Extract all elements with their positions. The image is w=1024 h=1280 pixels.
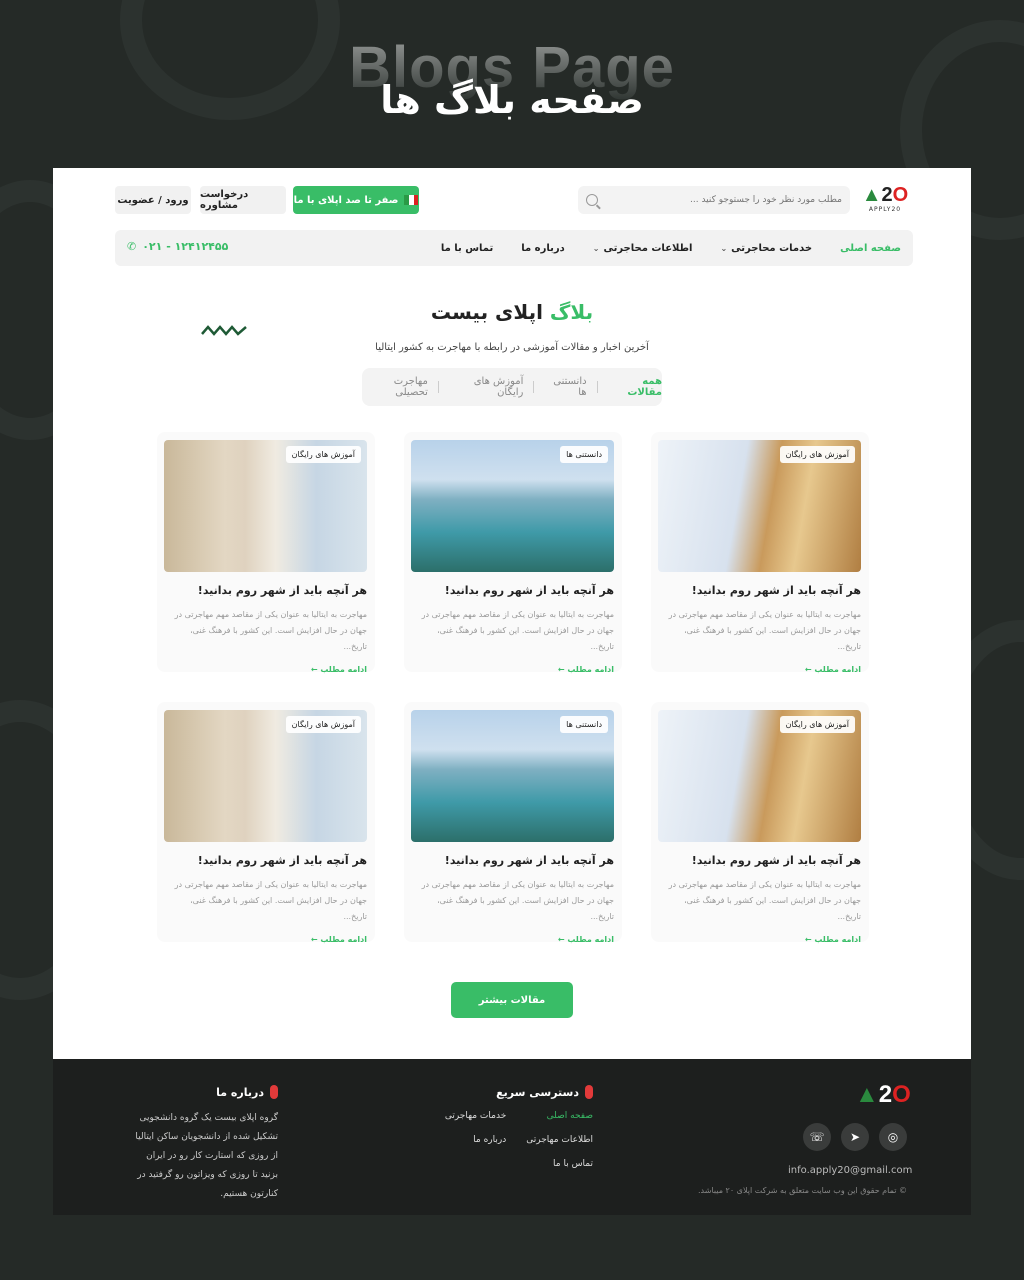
page-subtitle: آخرین اخبار و مقالات آموزشی در رابطه با … (375, 342, 649, 353)
blog-card-image[interactable]: دانستنی ها (411, 710, 614, 842)
search-icon[interactable] (586, 194, 598, 206)
page-title: بلاگ اپلای بیست (430, 300, 594, 324)
footer-quick-access: دسترسی سریع صفحه اصلی خدمات مهاجرتی اطلا… (445, 1085, 593, 1169)
nav-services[interactable]: خدمات محاجرتی ⌄ (720, 243, 812, 254)
divider (596, 381, 598, 393)
instagram-icon[interactable]: ◎ (879, 1123, 907, 1151)
blog-card-image[interactable]: دانستنی ها (411, 440, 614, 572)
blog-card-title[interactable]: هر آنچه باید از شهر روم بدانید! (165, 854, 367, 867)
arrow-left-icon: ← (804, 665, 812, 674)
main-nav: صفحه اصلی خدمات محاجرتی ⌄ اطلاعات محاجرتی… (115, 230, 913, 266)
read-more-link[interactable]: ادامه مطلب ← (805, 665, 861, 674)
read-more-link[interactable]: ادامه مطلب ← (558, 935, 614, 944)
blog-card[interactable]: دانستنی ها هر آنچه باید از شهر روم بدانید… (404, 702, 622, 944)
login-register-button[interactable]: ورود / عضویت (115, 186, 191, 214)
nav-contact[interactable]: تماس با ما (441, 243, 493, 254)
blog-card-title[interactable]: هر آنچه باید از شهر روم بدانید! (165, 584, 367, 597)
blog-card[interactable]: دانستنی ها هر آنچه باید از شهر روم بدانید… (404, 432, 622, 674)
blog-card-image[interactable]: آموزش های رایگان (658, 710, 861, 842)
blog-card-title[interactable]: هر آنچه باید از شهر روم بدانید! (659, 854, 861, 867)
blog-card-excerpt: مهاجرت به ایتالیا به عنوان یکی از مقاصد … (174, 880, 367, 921)
load-more-button[interactable]: مقالات بیشتر (451, 982, 573, 1018)
category-badge: آموزش های رایگان (779, 716, 855, 733)
footer: درباره ما گروه اپلای بیست یک گروه دانشجو… (53, 1059, 971, 1215)
filter-all[interactable]: همه مقالات (608, 376, 662, 398)
footer-about-title: درباره ما (216, 1085, 264, 1099)
read-more-link[interactable]: ادامه مطلب ← (805, 935, 861, 944)
arrow-left-icon: ← (557, 665, 565, 674)
social-links: ☏ ➤ ◎ (803, 1123, 907, 1151)
logo-subtitle: APPLY20 (868, 206, 902, 213)
blog-card-excerpt: مهاجرت به ایتالیا به عنوان یکی از مقاصد … (668, 880, 861, 921)
blog-card-excerpt: مهاجرت به ایتالیا به عنوان یکی از مقاصد … (668, 610, 861, 651)
filter-study-migration[interactable]: مهاجرت تحصیلی (362, 376, 428, 398)
footer-link-services[interactable]: خدمات مهاجرتی (445, 1111, 506, 1121)
nav-home[interactable]: صفحه اصلی (840, 243, 901, 254)
blog-card-excerpt: مهاجرت به ایتالیا به عنوان یکی از مقاصد … (421, 880, 614, 921)
site-logo[interactable]: ▲2O APPLY20 (861, 184, 909, 218)
divider (437, 381, 439, 393)
category-badge: آموزش های رایگان (285, 716, 361, 733)
arrow-left-icon: ← (310, 665, 318, 674)
footer-quick-title: دسترسی سریع (496, 1085, 579, 1099)
blog-card[interactable]: آموزش های رایگان هر آنچه باید از شهر روم … (651, 702, 869, 944)
category-badge: آموزش های رایگان (285, 446, 361, 463)
search-bar[interactable] (578, 186, 850, 214)
top-bar: ورود / عضویت درخواست مشاوره صفر تا صد اپ… (115, 184, 909, 218)
read-more-link[interactable]: ادامه مطلب ← (558, 665, 614, 674)
footer-link-contact[interactable]: تماس با ما (526, 1159, 593, 1169)
chevron-down-icon: ⌄ (720, 243, 728, 253)
whatsapp-icon[interactable]: ☏ (803, 1123, 831, 1151)
read-more-link[interactable]: ادامه مطلب ← (311, 665, 367, 674)
arrow-left-icon: ← (557, 935, 565, 944)
showcase-title-fa: صفحه بلاگ ها (380, 78, 644, 122)
category-filters: همه مقالات دانستنی ها آموزش های رایگان م… (362, 368, 662, 406)
telegram-icon[interactable]: ➤ (841, 1123, 869, 1151)
blog-card-image[interactable]: آموزش های رایگان (658, 440, 861, 572)
blog-card-image[interactable]: آموزش های رایگان (164, 710, 367, 842)
divider (533, 381, 535, 393)
blog-card-title[interactable]: هر آنچه باید از شهر روم بدانید! (659, 584, 861, 597)
nav-about[interactable]: درباره ما (521, 243, 565, 254)
arrow-left-icon: ← (804, 935, 812, 944)
blog-card-excerpt: مهاجرت به ایتالیا به عنوان یکی از مقاصد … (174, 610, 367, 651)
footer-link-about[interactable]: درباره ما (445, 1135, 506, 1145)
logo-mark: ▲2O (861, 184, 909, 206)
footer-about-text: گروه اپلای بیست یک گروه دانشجویی تشکیل ش… (135, 1113, 278, 1199)
website-frame: ورود / عضویت درخواست مشاوره صفر تا صد اپ… (53, 168, 971, 1059)
footer-link-info[interactable]: اطلاعات مهاجرتی (526, 1135, 593, 1145)
category-badge: دانستنی ها (560, 446, 608, 463)
blog-card[interactable]: آموزش های رایگان هر آنچه باید از شهر روم … (157, 702, 375, 944)
blog-card-excerpt: مهاجرت به ایتالیا به عنوان یکی از مقاصد … (421, 610, 614, 651)
category-badge: دانستنی ها (560, 716, 608, 733)
blog-card-image[interactable]: آموزش های رایگان (164, 440, 367, 572)
blog-card-title[interactable]: هر آنچه باید از شهر روم بدانید! (412, 854, 614, 867)
consultation-button[interactable]: درخواست مشاوره (200, 186, 286, 214)
search-input[interactable] (622, 195, 842, 205)
filter-facts[interactable]: دانستنی ها (544, 376, 586, 398)
chevron-down-icon: ⌄ (592, 243, 600, 253)
footer-link-home[interactable]: صفحه اصلی (526, 1111, 593, 1121)
footer-logo[interactable]: ▲2O (855, 1081, 911, 1109)
italy-flag-icon (404, 195, 419, 205)
arrow-left-icon: ← (310, 935, 318, 944)
cta-label: صفر تا صد اپلای با ما (293, 194, 399, 206)
read-more-link[interactable]: ادامه مطلب ← (311, 935, 367, 944)
phone-number[interactable]: ✆ ۰۲۱ - ۱۲۴۱۲۴۵۵ (127, 240, 228, 253)
blog-card[interactable]: آموزش های رایگان هر آنچه باید از شهر روم … (157, 432, 375, 674)
footer-about: درباره ما گروه اپلای بیست یک گروه دانشجو… (132, 1085, 278, 1204)
bullet-icon (585, 1085, 593, 1099)
hero: بلاگ اپلای بیست آخرین اخبار و مقالات آمو… (53, 300, 971, 353)
footer-email[interactable]: info.apply20@gmail.com (788, 1165, 912, 1176)
blog-card[interactable]: آموزش های رایگان هر آنچه باید از شهر روم … (651, 432, 869, 674)
category-badge: آموزش های رایگان (779, 446, 855, 463)
apply-cta-button[interactable]: صفر تا صد اپلای با ما (293, 186, 419, 214)
phone-icon: ✆ (127, 240, 137, 253)
copyright: © تمام حقوق این وب سایت متعلق به شرکت اپ… (698, 1186, 907, 1195)
blog-card-title[interactable]: هر آنچه باید از شهر روم بدانید! (412, 584, 614, 597)
nav-info[interactable]: اطلاعات محاجرتی ⌄ (593, 243, 693, 254)
bullet-icon (270, 1085, 278, 1099)
filter-free-tutorials[interactable]: آموزش های رایگان (449, 376, 524, 398)
footer-links: صفحه اصلی خدمات مهاجرتی اطلاعات مهاجرتی … (445, 1111, 593, 1169)
